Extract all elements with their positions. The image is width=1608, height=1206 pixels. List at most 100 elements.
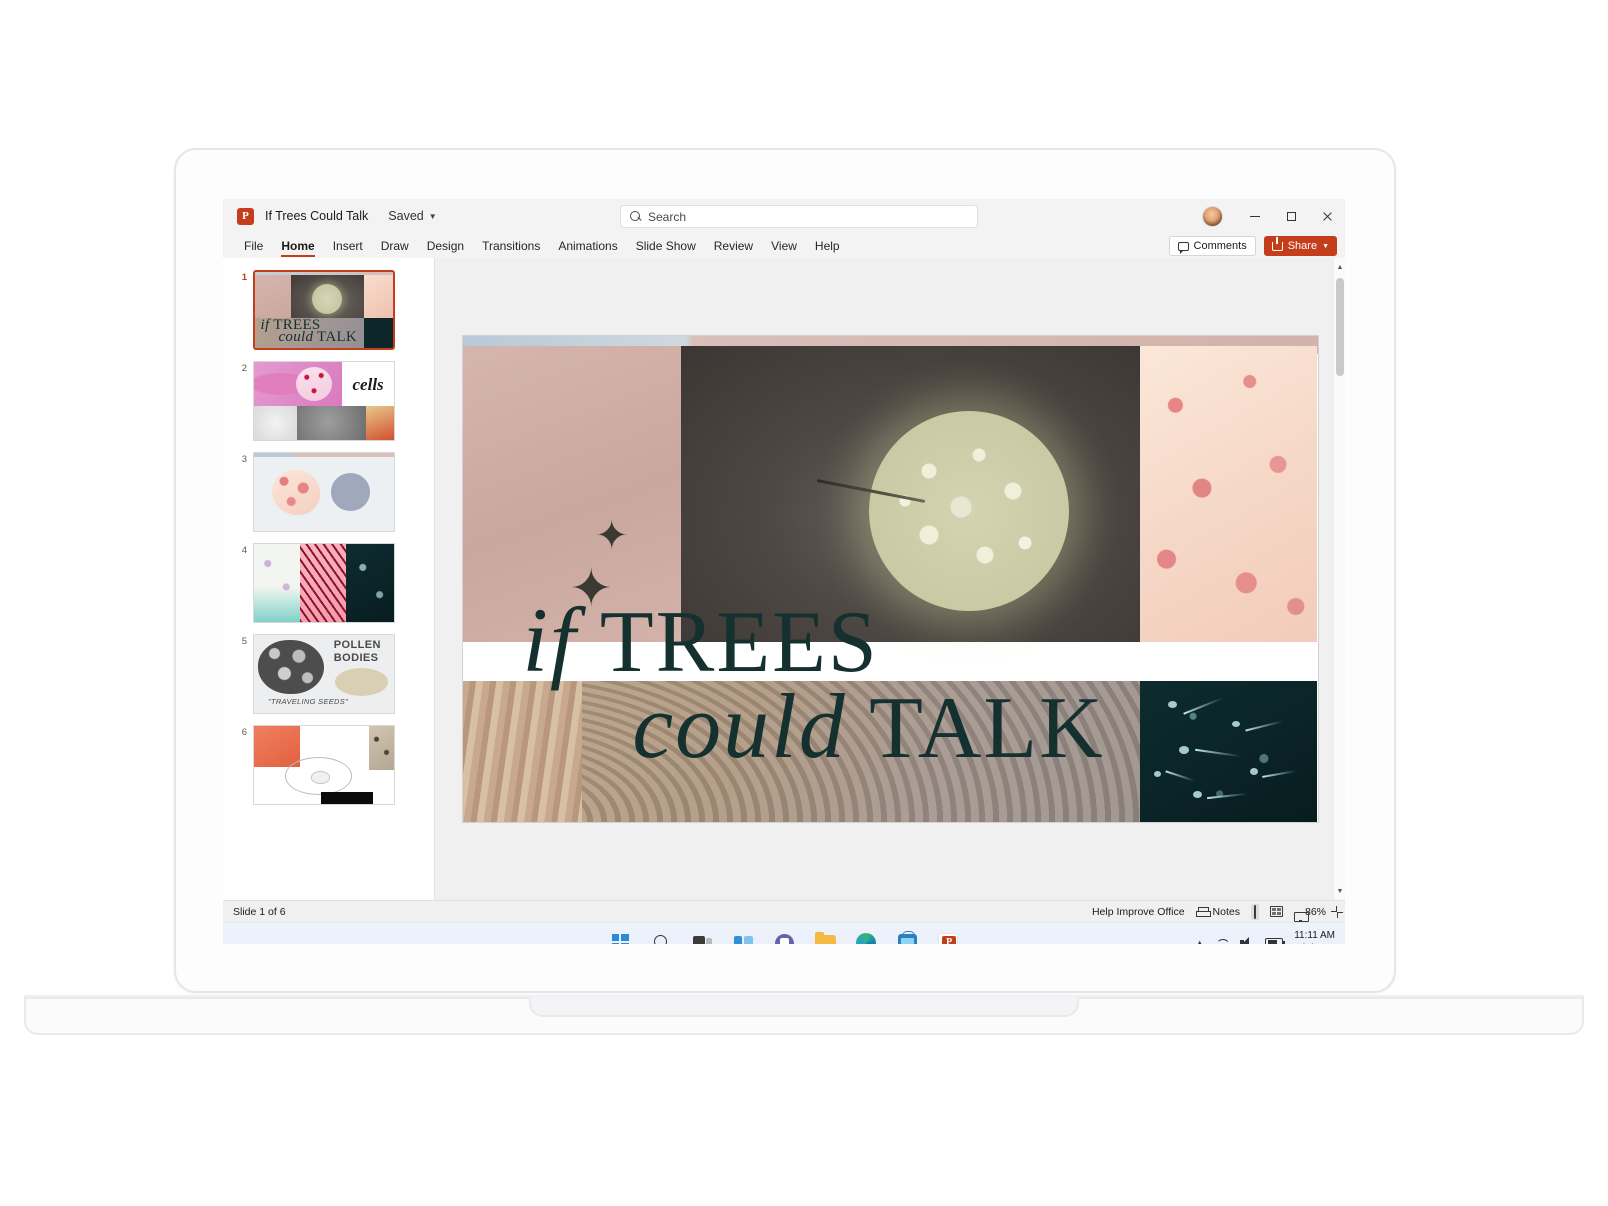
slide-counter: Slide 1 of 6 — [233, 905, 286, 918]
ribbon-right-actions: Comments Share ▼ — [1168, 236, 1337, 256]
battery-icon[interactable] — [1265, 937, 1286, 944]
search-icon — [630, 211, 641, 222]
notes-icon — [1195, 906, 1211, 917]
work-area: 1 if TREES could TALK 2 cells 3 4 5 POLL… — [223, 258, 1345, 900]
powerpoint-taskbar-icon[interactable] — [936, 931, 960, 944]
edge-browser-icon[interactable] — [854, 931, 878, 944]
slide-thumbnail-image-2[interactable]: cells — [253, 361, 395, 441]
ribbon-tab-bar: File Home Insert Draw Design Transitions… — [223, 233, 1345, 258]
document-title: If Trees Could Talk — [265, 209, 369, 223]
wifi-icon[interactable] — [1215, 937, 1229, 944]
clock-date: 4/7/2022 — [1294, 943, 1335, 945]
search-box[interactable]: Search — [620, 205, 978, 228]
tab-slide-show[interactable]: Slide Show — [627, 237, 705, 258]
teams-chat-icon[interactable] — [772, 931, 796, 944]
tab-insert[interactable]: Insert — [324, 237, 372, 258]
status-bar: Slide 1 of 6 Help Improve Office Notes 8… — [223, 900, 1345, 922]
clock-time: 11:11 AM — [1294, 930, 1335, 941]
tab-draw[interactable]: Draw — [372, 237, 418, 258]
search-icon[interactable] — [649, 931, 673, 944]
slide-image-sperm-panel — [1139, 681, 1318, 822]
chevron-down-icon: ▼ — [428, 211, 437, 221]
laptop-screen: P If Trees Could Talk Saved ▼ Search Fil… — [223, 199, 1345, 944]
tab-home[interactable]: Home — [272, 237, 323, 258]
file-explorer-icon[interactable] — [813, 931, 837, 944]
slide-thumbnail-3[interactable]: 3 — [223, 452, 434, 532]
show-hidden-icons-icon[interactable]: ▲ — [1195, 938, 1204, 945]
tab-animations[interactable]: Animations — [549, 237, 626, 258]
title-bar-right — [1202, 199, 1345, 233]
tab-transitions[interactable]: Transitions — [473, 237, 549, 258]
widgets-icon[interactable] — [731, 931, 755, 944]
slide-number: 5 — [241, 636, 247, 647]
slide-sorter-button[interactable] — [1269, 906, 1283, 917]
maximize-button[interactable] — [1273, 199, 1309, 233]
slide-thumbnail-image-4[interactable] — [253, 543, 395, 623]
slide-thumbnail-2[interactable]: 2 cells — [223, 361, 434, 441]
scroll-up-icon[interactable]: ▲ — [1334, 260, 1345, 274]
notes-label: Notes — [1212, 905, 1240, 918]
volume-icon[interactable] — [1240, 936, 1254, 944]
save-state-label: Saved — [388, 209, 424, 223]
search-placeholder: Search — [648, 209, 687, 224]
editor-vertical-scrollbar[interactable]: ▲ ▼ — [1333, 258, 1345, 900]
slide-thumbnail-6[interactable]: 6 — [223, 725, 434, 805]
slide-thumbnail-5[interactable]: 5 POLLEN BODIES "TRAVELING SEEDS" — [223, 634, 434, 714]
comments-button[interactable]: Comments — [1168, 236, 1256, 256]
slide-thumbnail-image-3[interactable] — [253, 452, 395, 532]
current-slide[interactable]: ✦ ✦ if TREES could TALK — [462, 336, 1318, 822]
sparkle-icon: ✦ — [569, 561, 613, 619]
slide-number: 1 — [241, 272, 247, 283]
tab-file[interactable]: File — [235, 237, 272, 258]
save-state-dropdown[interactable]: Saved ▼ — [382, 206, 442, 226]
clock[interactable]: 11:11 AM 4/7/2022 — [1294, 930, 1335, 944]
slide-thumbnail-image-5[interactable]: POLLEN BODIES "TRAVELING SEEDS" — [253, 634, 395, 714]
comments-label: Comments — [1193, 240, 1247, 252]
status-bar-right: Help Improve Office Notes 86% — [1092, 903, 1337, 920]
slide-number: 4 — [241, 545, 247, 556]
slide-sorter-icon — [1269, 906, 1283, 917]
slide-thumbnail-1[interactable]: 1 if TREES could TALK — [223, 270, 434, 350]
help-improve-office-link[interactable]: Help Improve Office — [1092, 906, 1185, 918]
cell-cross-section-image — [869, 411, 1070, 612]
windows-taskbar: ▲ 11:11 AM 4/7/2022 — [223, 922, 1345, 944]
maximize-icon — [1286, 211, 1296, 221]
slide-image-microscope-panel — [681, 346, 1140, 643]
slide-image-red-tissue-panel — [1139, 346, 1318, 643]
normal-view-button[interactable] — [1250, 903, 1259, 920]
close-icon — [1322, 211, 1333, 222]
tab-review[interactable]: Review — [705, 237, 762, 258]
comment-bubble-icon — [1177, 241, 1189, 254]
minimize-button[interactable] — [1237, 199, 1273, 233]
sparkle-icon: ✦ — [595, 512, 629, 558]
microsoft-store-icon[interactable] — [895, 930, 919, 944]
slide-editor[interactable]: ✦ ✦ if TREES could TALK ▲ ▼ — [435, 258, 1345, 900]
scroll-down-icon[interactable]: ▼ — [1334, 884, 1345, 898]
share-button[interactable]: Share ▼ — [1263, 236, 1337, 256]
tab-view[interactable]: View — [762, 237, 806, 258]
slide-image-woodgrain-left — [462, 681, 583, 822]
powerpoint-icon: P — [237, 207, 254, 225]
scrollbar-thumb[interactable] — [1336, 278, 1344, 376]
slides-panel[interactable]: 1 if TREES could TALK 2 cells 3 4 5 POLL… — [223, 258, 435, 900]
minimize-icon — [1250, 215, 1260, 217]
avatar[interactable] — [1202, 205, 1223, 227]
share-icon — [1271, 236, 1283, 251]
slide-thumbnail-image-6[interactable] — [253, 725, 395, 805]
laptop-trackpad-notch — [529, 997, 1079, 1017]
system-tray: ▲ 11:11 AM 4/7/2022 — [1195, 930, 1335, 944]
slide-thumbnail-4[interactable]: 4 — [223, 543, 434, 623]
slide-number: 3 — [241, 454, 247, 465]
notes-button[interactable]: Notes — [1195, 905, 1240, 918]
tab-design[interactable]: Design — [418, 237, 473, 258]
slide-thumbnail-image-1[interactable]: if TREES could TALK — [253, 270, 395, 350]
taskbar-icons — [608, 930, 960, 944]
title-bar: P If Trees Could Talk Saved ▼ Search — [223, 199, 1345, 233]
normal-view-icon — [1253, 904, 1256, 919]
close-button[interactable] — [1309, 199, 1345, 233]
task-view-icon[interactable] — [690, 931, 714, 944]
windows-start-icon[interactable] — [608, 931, 632, 944]
slide-number: 6 — [241, 727, 247, 738]
tab-help[interactable]: Help — [806, 237, 849, 258]
slide-number: 2 — [241, 363, 247, 374]
